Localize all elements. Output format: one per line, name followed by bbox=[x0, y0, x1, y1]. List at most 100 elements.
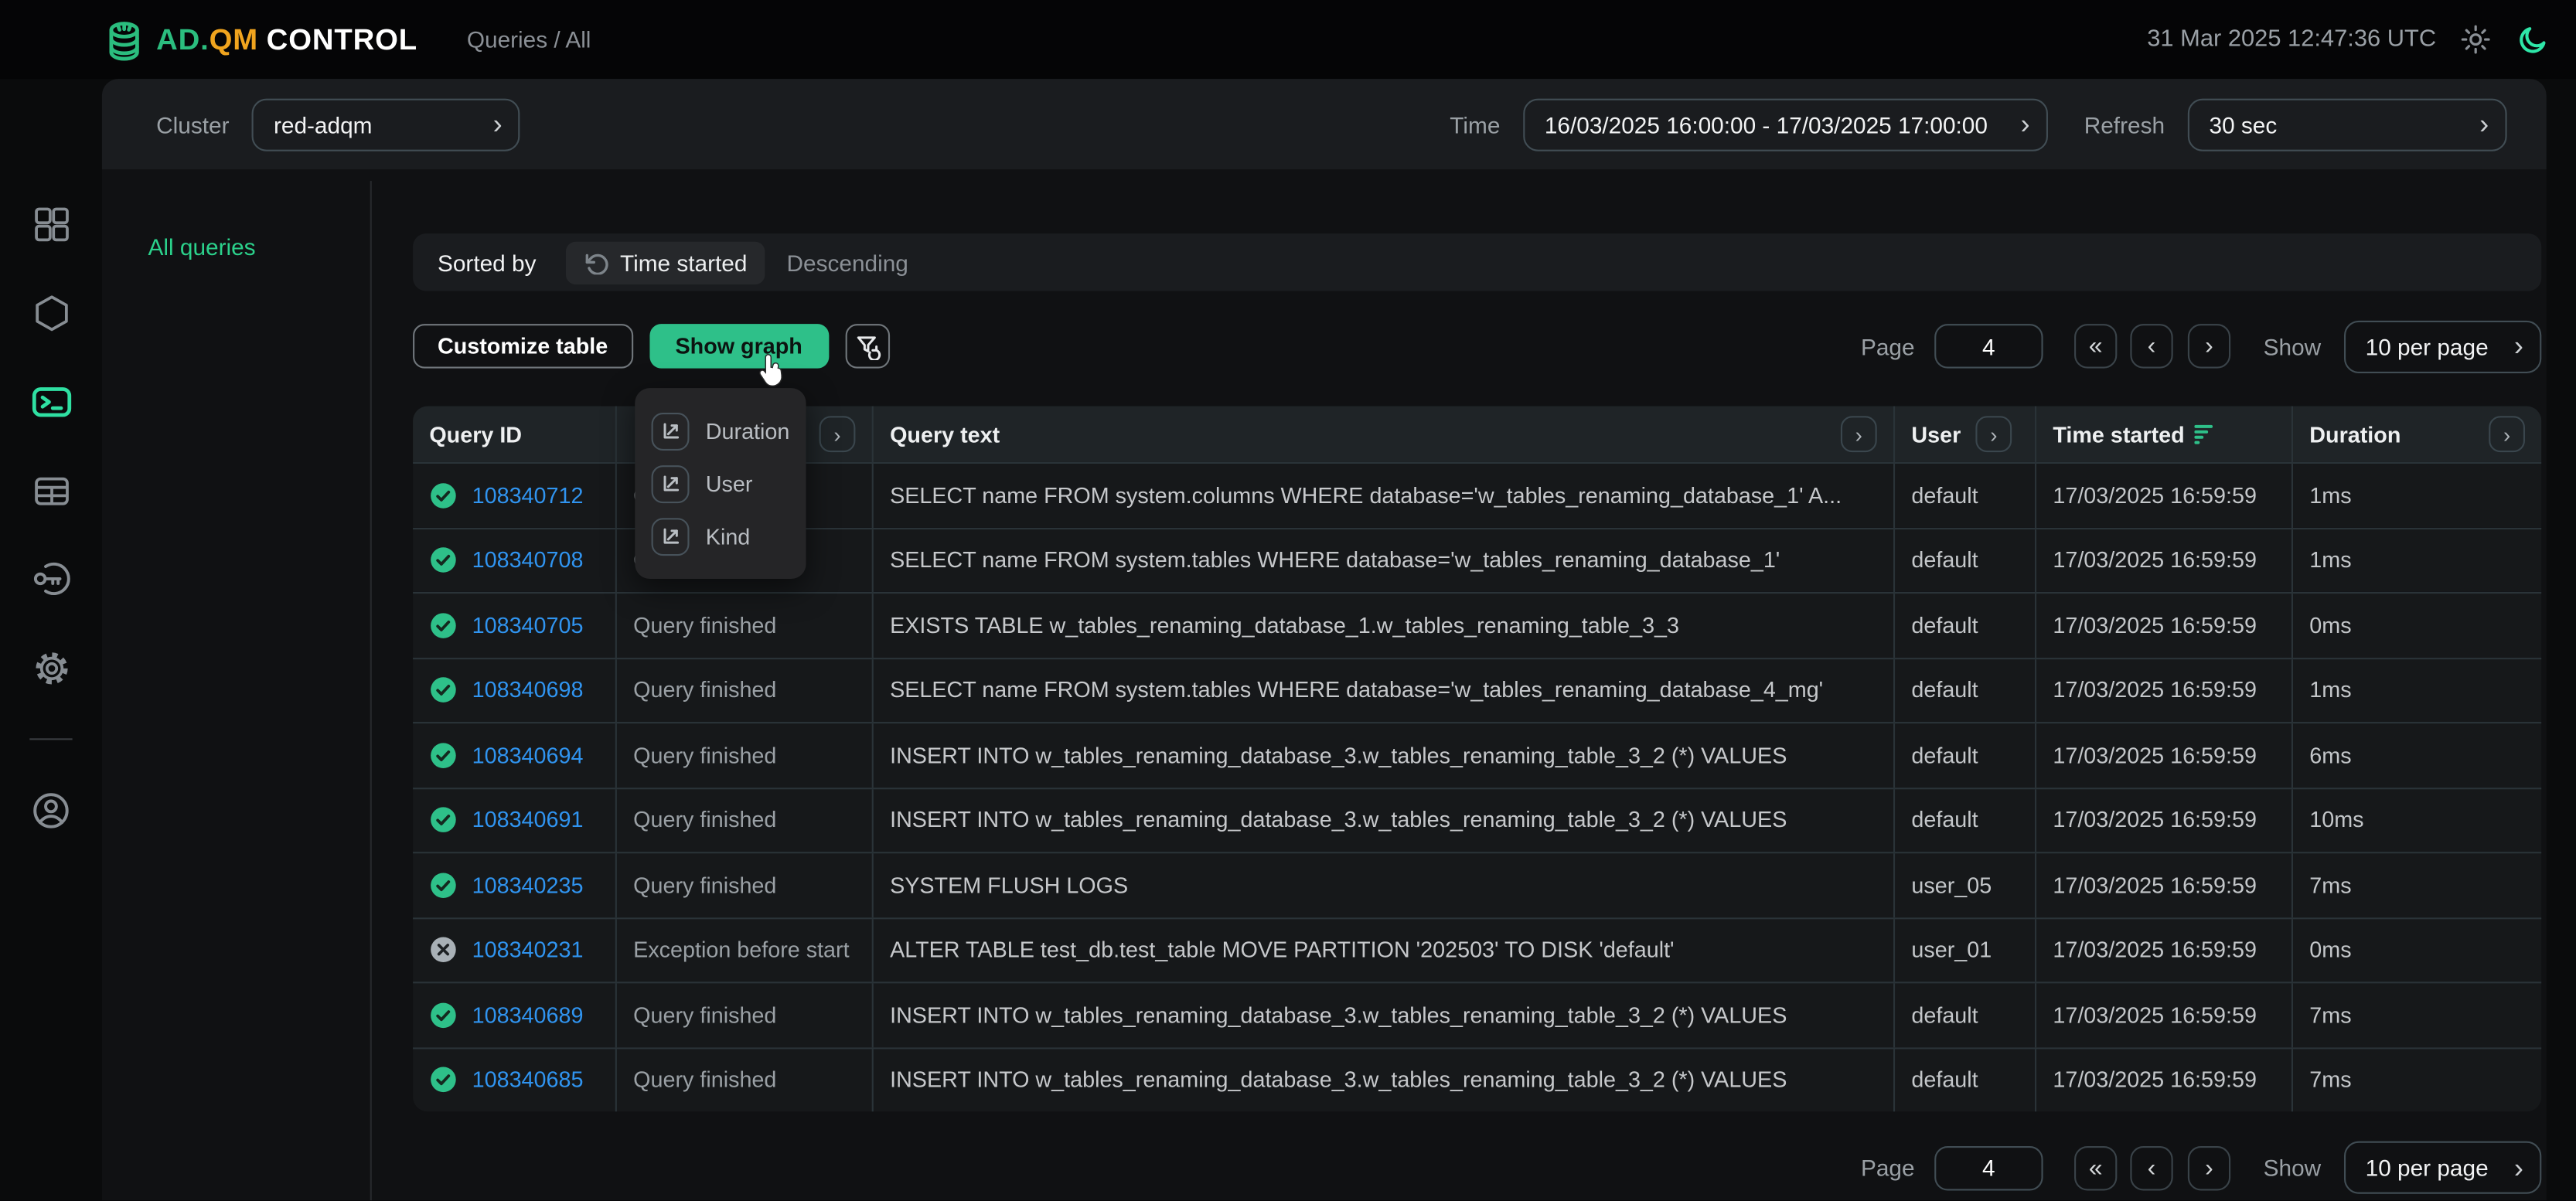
expand-user-column-button[interactable]: › bbox=[1975, 416, 2012, 452]
graph-menu-item-user[interactable]: User bbox=[652, 459, 790, 509]
filter-reset-button[interactable] bbox=[845, 324, 889, 368]
duration-cell: 7ms bbox=[2293, 853, 2541, 917]
user-cell: default bbox=[1895, 594, 2036, 657]
cluster-value: red-adqm bbox=[274, 111, 372, 138]
utc-clock: 31 Mar 2025 12:47:36 UTC bbox=[2147, 26, 2436, 53]
time-range-select[interactable]: 16/03/2025 16:00:00 - 17/03/2025 17:00:0… bbox=[1523, 98, 2048, 151]
dropdown-item-label: User bbox=[706, 471, 753, 496]
query-id-cell: 108340712 bbox=[413, 464, 617, 527]
sort-direction[interactable]: Descending bbox=[787, 249, 908, 275]
top-header: AD.QMCONTROL Queries / All 31 Mar 2025 1… bbox=[0, 0, 2576, 79]
expand-query-text-column-button[interactable]: › bbox=[1841, 416, 1877, 452]
terminal-icon bbox=[29, 379, 73, 423]
graph-menu-item-duration[interactable]: Duration bbox=[652, 407, 790, 456]
left-nav-divider bbox=[370, 181, 372, 1200]
breadcrumb: Queries / All bbox=[467, 26, 591, 53]
user-cell: default bbox=[1895, 723, 2036, 787]
table-row: 108340689Query finishedINSERT INTO w_tab… bbox=[413, 982, 2541, 1046]
chevron-right-icon: › bbox=[2514, 332, 2523, 360]
query-id-link[interactable]: 108340712 bbox=[472, 483, 584, 508]
query-id-cell: 108340708 bbox=[413, 529, 617, 592]
query-id-link[interactable]: 108340235 bbox=[472, 873, 584, 897]
page-number-input[interactable] bbox=[1934, 324, 2043, 368]
user-cell: default bbox=[1895, 464, 2036, 527]
time-started-cell: 17/03/2025 16:59:59 bbox=[2036, 1048, 2293, 1111]
chevron-right-icon: › bbox=[2020, 111, 2029, 138]
chart-icon bbox=[652, 517, 690, 555]
query-success-icon bbox=[429, 806, 457, 834]
page-number-input[interactable] bbox=[1934, 1145, 2043, 1189]
query-id-link[interactable]: 108340694 bbox=[472, 743, 584, 767]
query-id-link[interactable]: 108340689 bbox=[472, 1002, 584, 1027]
light-theme-button[interactable] bbox=[2459, 23, 2493, 56]
sort-field-chip[interactable]: Time started bbox=[566, 241, 765, 284]
sorted-by-label: Sorted by bbox=[438, 249, 537, 275]
sidebar-item-settings[interactable] bbox=[29, 646, 72, 689]
prev-page-button[interactable]: ‹ bbox=[2130, 1145, 2172, 1189]
duration-cell: 6ms bbox=[2293, 723, 2541, 787]
query-id-link[interactable]: 108340698 bbox=[472, 678, 584, 703]
filter-reset-icon bbox=[854, 332, 881, 360]
graph-menu-item-kind[interactable]: Kind bbox=[652, 512, 790, 561]
sidebar-item-dashboard[interactable] bbox=[29, 202, 72, 245]
bottom-pagination-row: Page « ‹ › Show 10 per page › bbox=[413, 1141, 2541, 1194]
nav-all-queries-link[interactable]: All queries bbox=[148, 233, 255, 260]
cluster-select[interactable]: red-adqm › bbox=[252, 98, 520, 151]
status-cell: Query finished bbox=[617, 723, 874, 787]
show-graph-button[interactable]: Show graph bbox=[649, 324, 828, 368]
col-header-duration: Duration › bbox=[2293, 407, 2541, 462]
page-label: Page bbox=[1861, 1155, 1915, 1181]
table-row: 108340691Query finishedINSERT INTO w_tab… bbox=[413, 787, 2541, 852]
chart-icon bbox=[652, 412, 690, 450]
first-page-button[interactable]: « bbox=[2074, 324, 2117, 368]
sidebar-item-profile[interactable] bbox=[29, 789, 72, 832]
query-id-link[interactable]: 108340705 bbox=[472, 613, 584, 638]
first-page-button[interactable]: « bbox=[2074, 1145, 2117, 1189]
sidebar-item-queries-active[interactable] bbox=[29, 379, 72, 422]
customize-table-button[interactable]: Customize table bbox=[413, 324, 632, 368]
col-header-user: User › bbox=[1895, 407, 2036, 462]
refresh-select[interactable]: 30 sec › bbox=[2188, 98, 2507, 151]
expand-status-column-button[interactable]: › bbox=[819, 416, 856, 452]
user-profile-icon bbox=[29, 789, 72, 832]
query-id-link[interactable]: 108340685 bbox=[472, 1067, 584, 1092]
user-header-label: User bbox=[1911, 422, 1961, 447]
dark-theme-button[interactable] bbox=[2515, 22, 2550, 57]
query-id-cell: 108340689 bbox=[413, 983, 617, 1046]
dropdown-item-label: Duration bbox=[706, 418, 790, 443]
sidebar-item-access[interactable] bbox=[29, 557, 72, 600]
expand-duration-column-button[interactable]: › bbox=[2489, 416, 2525, 452]
query-id-link[interactable]: 108340708 bbox=[472, 548, 584, 573]
time-started-cell: 17/03/2025 16:59:59 bbox=[2036, 658, 2293, 722]
show-label: Show bbox=[2264, 333, 2322, 359]
app-logo-text: AD.QMCONTROL bbox=[156, 22, 417, 57]
query-id-header-label: Query ID bbox=[429, 422, 522, 447]
user-cell: default bbox=[1895, 658, 2036, 722]
col-header-time-started[interactable]: Time started bbox=[2036, 407, 2293, 462]
col-header-query-text: Query text › bbox=[874, 407, 1895, 462]
sidebar-divider bbox=[29, 738, 72, 740]
query-success-icon bbox=[429, 611, 457, 639]
query-id-link[interactable]: 108340231 bbox=[472, 937, 584, 962]
chart-icon bbox=[652, 464, 690, 502]
query-exception-icon bbox=[429, 936, 457, 964]
database-logo-icon bbox=[102, 17, 146, 61]
duration-cell: 1ms bbox=[2293, 658, 2541, 722]
query-id-link[interactable]: 108340691 bbox=[472, 808, 584, 832]
time-started-cell: 17/03/2025 16:59:59 bbox=[2036, 464, 2293, 527]
query-text-cell: INSERT INTO w_tables_renaming_database_3… bbox=[874, 983, 1895, 1046]
table-row: 108340705Query finishedEXISTS TABLE w_ta… bbox=[413, 592, 2541, 657]
next-page-button[interactable]: › bbox=[2188, 1145, 2230, 1189]
sidebar-item-tables[interactable] bbox=[29, 468, 72, 511]
per-page-select[interactable]: 10 per page › bbox=[2344, 1141, 2541, 1194]
prev-page-button[interactable]: ‹ bbox=[2130, 324, 2172, 368]
query-text-cell: ALTER TABLE test_db.test_table MOVE PART… bbox=[874, 918, 1895, 982]
app-logo: AD.QMCONTROL bbox=[102, 17, 417, 61]
sidebar-item-cluster[interactable] bbox=[29, 291, 72, 334]
query-success-icon bbox=[429, 481, 457, 509]
sort-field-value: Time started bbox=[620, 249, 747, 275]
double-chevron-left-icon: « bbox=[2089, 1154, 2103, 1182]
next-page-button[interactable]: › bbox=[2188, 324, 2230, 368]
per-page-select[interactable]: 10 per page › bbox=[2344, 320, 2541, 373]
sidebar bbox=[0, 79, 102, 1200]
